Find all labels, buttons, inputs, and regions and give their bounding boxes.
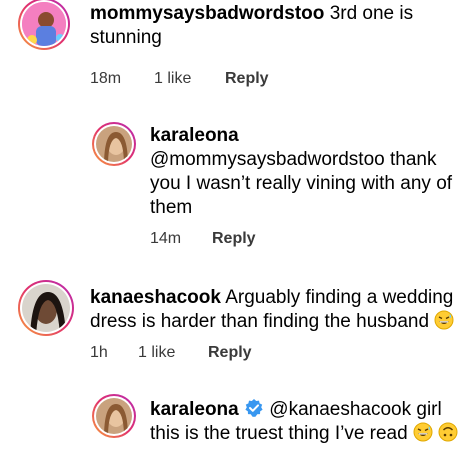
comment-2: karaleona @mommysaysbadwordstoo thank yo… — [0, 112, 474, 252]
comment-username[interactable]: mommysaysbadwordstoo — [90, 3, 324, 24]
reply-button[interactable]: Reply — [208, 344, 252, 362]
comment-time: 1h — [90, 344, 108, 361]
comment-body: @mommysaysbadwordstoo thank you I wasn’t… — [150, 149, 453, 218]
verified-badge-icon — [245, 399, 263, 417]
grinning-sweat-emoji-icon — [434, 310, 454, 330]
comment-1: mommysaysbadwordstoo 3rd one is stunning… — [0, 0, 474, 100]
upside-down-face-emoji-icon — [438, 422, 458, 442]
comment-username[interactable]: karaleona — [150, 399, 239, 420]
comment-text: karaleona @kanaeshacook girl this is the… — [150, 398, 468, 446]
avatar[interactable] — [18, 280, 74, 336]
comment-username[interactable]: kanaeshacook — [90, 287, 221, 308]
comment-likes[interactable]: 1 like — [138, 344, 175, 362]
comment-likes[interactable]: 1 like — [154, 70, 191, 88]
avatar[interactable] — [18, 0, 70, 50]
comment-time: 18m — [90, 70, 122, 87]
comment-4: karaleona @kanaeshacook girl this is the… — [0, 392, 474, 455]
reply-button[interactable]: Reply — [212, 230, 256, 248]
comment-text: mommysaysbadwordstoo 3rd one is stunning — [90, 2, 460, 50]
avatar[interactable] — [92, 394, 136, 438]
avatar[interactable] — [92, 122, 136, 166]
comment-time: 14m — [150, 230, 182, 247]
comment-3: kanaeshacook Arguably finding a wedding … — [0, 278, 474, 368]
reply-button[interactable]: Reply — [225, 70, 269, 88]
comment-username[interactable]: karaleona — [150, 124, 460, 148]
comment-text: kanaeshacook Arguably finding a wedding … — [90, 286, 470, 334]
comment-text: karaleona @mommysaysbadwordstoo thank yo… — [150, 124, 460, 220]
grinning-sweat-emoji-icon — [413, 422, 433, 442]
